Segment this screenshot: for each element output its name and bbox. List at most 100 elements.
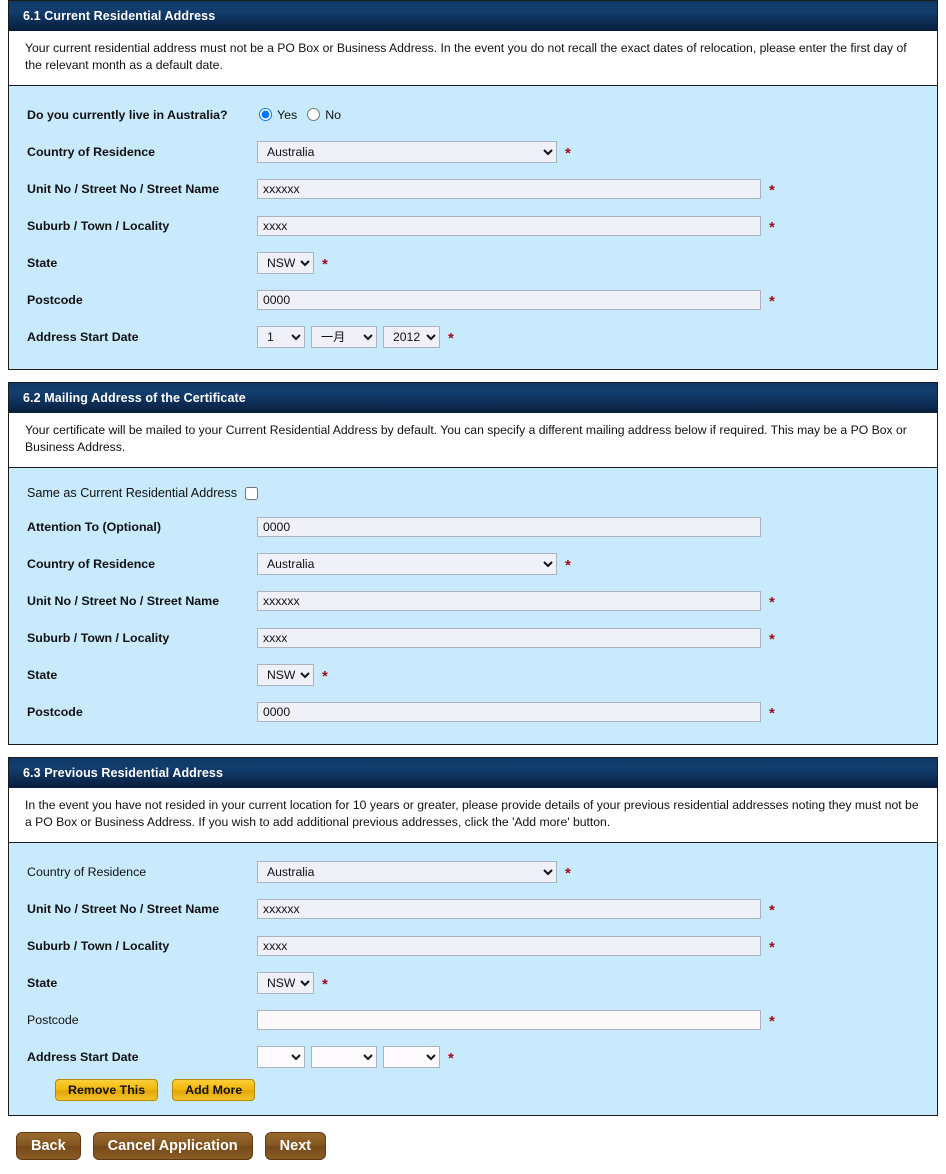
required-marker-start-date-6-1: * — [448, 329, 454, 347]
label-state-6-2: State — [27, 667, 58, 682]
field-row-country-6-3: Country of Residence Australia * — [9, 853, 937, 890]
label-start-date-6-3: Address Start Date — [27, 1049, 139, 1064]
field-row-country-6-2: Country of Residence Australia * — [9, 545, 937, 582]
label-unit-6-3: Unit No / Street No / Street Name — [27, 901, 220, 916]
select-state-6-2[interactable]: NSW — [257, 663, 314, 686]
field-row-country-6-1: Country of Residence Australia * — [9, 133, 937, 170]
required-marker-postcode-6-3: * — [769, 1012, 775, 1030]
input-attention-6-2[interactable] — [257, 516, 761, 537]
select-start-month-6-3[interactable] — [311, 1045, 377, 1068]
input-unit-6-3[interactable] — [257, 898, 761, 919]
field-row-postcode-6-2: Postcode * — [9, 693, 937, 730]
field-row-unit-6-1: Unit No / Street No / Street Name * — [9, 170, 937, 207]
section-current-residential-address: 6.1 Current Residential Address Your cur… — [8, 0, 938, 370]
field-row-state-6-3: State NSW * — [9, 964, 937, 1001]
cancel-application-button[interactable]: Cancel Application — [92, 1132, 253, 1160]
add-more-button[interactable]: Add More — [172, 1079, 256, 1101]
radio-group-live-in-australia[interactable]: Yes No — [259, 108, 351, 122]
remove-this-button[interactable]: Remove This — [55, 1079, 159, 1101]
back-button[interactable]: Back — [16, 1132, 81, 1160]
select-start-day-6-3[interactable] — [257, 1045, 305, 1068]
checkbox-same-as-current[interactable] — [245, 486, 258, 500]
section-mailing-address: 6.2 Mailing Address of the Certificate Y… — [8, 382, 938, 745]
label-attention-6-2: Attention To (Optional) — [27, 519, 161, 534]
section-previous-residential-address: 6.3 Previous Residential Address In the … — [8, 757, 938, 1116]
required-marker-unit-6-2: * — [769, 593, 775, 611]
required-marker-start-date-6-3: * — [448, 1049, 454, 1067]
required-marker-country-6-2: * — [565, 556, 571, 574]
input-postcode-6-3[interactable] — [257, 1009, 761, 1030]
required-marker-suburb-6-1: * — [769, 218, 775, 236]
select-country-6-1[interactable]: Australia — [257, 140, 557, 163]
field-row-postcode-6-1: Postcode * — [9, 281, 937, 318]
input-postcode-6-2[interactable] — [257, 701, 761, 722]
required-marker-suburb-6-2: * — [769, 630, 775, 648]
label-country-6-2: Country of Residence — [27, 556, 156, 571]
select-start-year-6-3[interactable] — [383, 1045, 440, 1068]
section-note-6-2: Your certificate will be mailed to your … — [9, 413, 937, 468]
label-suburb-6-1: Suburb / Town / Locality — [27, 218, 170, 233]
field-row-attention-6-2: Attention To (Optional) — [9, 508, 937, 545]
input-unit-6-2[interactable] — [257, 590, 761, 611]
label-live-in-australia: Do you currently live in Australia? — [27, 107, 228, 122]
required-marker-unit-6-1: * — [769, 181, 775, 199]
label-country-6-3: Country of Residence — [27, 864, 147, 879]
label-postcode-6-2: Postcode — [27, 704, 83, 719]
section-note-6-3: In the event you have not resided in you… — [9, 788, 937, 843]
radio-live-in-australia-yes[interactable] — [259, 108, 272, 121]
label-postcode-6-1: Postcode — [27, 292, 83, 307]
label-postcode-6-3: Postcode — [27, 1012, 79, 1027]
section-note-6-1: Your current residential address must no… — [9, 31, 937, 86]
row-address-actions: Remove This Add More — [9, 1075, 937, 1101]
select-state-6-3[interactable]: NSW — [257, 971, 314, 994]
field-row-start-date-6-1: Address Start Date 1 一月 2012 * — [9, 318, 937, 355]
required-marker-state-6-1: * — [322, 255, 328, 273]
field-row-suburb-6-1: Suburb / Town / Locality * — [9, 207, 937, 244]
field-row-live-in-australia: Do you currently live in Australia? Yes … — [9, 96, 937, 133]
select-start-day-6-1[interactable]: 1 — [257, 325, 305, 348]
section-body-6-1: Do you currently live in Australia? Yes … — [9, 86, 937, 369]
select-start-year-6-1[interactable]: 2012 — [383, 325, 440, 348]
radio-live-in-australia-no[interactable] — [307, 108, 321, 121]
section-header-6-3: 6.3 Previous Residential Address — [9, 758, 937, 788]
required-marker-suburb-6-3: * — [769, 938, 775, 956]
input-postcode-6-1[interactable] — [257, 289, 761, 310]
required-marker-country-6-1: * — [565, 144, 571, 162]
field-row-start-date-6-3: Address Start Date * — [9, 1038, 937, 1075]
field-row-suburb-6-2: Suburb / Town / Locality * — [9, 619, 937, 656]
required-marker-postcode-6-1: * — [769, 292, 775, 310]
field-row-state-6-1: State NSW * — [9, 244, 937, 281]
field-row-unit-6-3: Unit No / Street No / Street Name * — [9, 890, 937, 927]
required-marker-state-6-3: * — [322, 975, 328, 993]
radio-label-yes[interactable]: Yes — [277, 108, 297, 122]
label-suburb-6-3: Suburb / Town / Locality — [27, 938, 170, 953]
section-body-6-3: Country of Residence Australia * Unit No… — [9, 843, 937, 1115]
select-state-6-1[interactable]: NSW — [257, 251, 314, 274]
select-start-month-6-1[interactable]: 一月 — [311, 325, 377, 348]
required-marker-postcode-6-2: * — [769, 704, 775, 722]
select-country-6-2[interactable]: Australia — [257, 552, 557, 575]
input-suburb-6-2[interactable] — [257, 627, 761, 648]
label-same-as-current: Same as Current Residential Address — [27, 486, 237, 500]
required-marker-state-6-2: * — [322, 667, 328, 685]
field-row-state-6-2: State NSW * — [9, 656, 937, 693]
input-suburb-6-1[interactable] — [257, 215, 761, 236]
label-state-6-1: State — [27, 255, 58, 270]
label-unit-6-1: Unit No / Street No / Street Name — [27, 181, 220, 196]
required-marker-unit-6-3: * — [769, 901, 775, 919]
section-header-6-2: 6.2 Mailing Address of the Certificate — [9, 383, 937, 413]
field-row-same-as-current: Same as Current Residential Address — [9, 478, 937, 508]
label-start-date-6-1: Address Start Date — [27, 329, 139, 344]
navigation-buttons: Back Cancel Application Next — [0, 1128, 946, 1160]
section-body-6-2: Same as Current Residential Address Atte… — [9, 468, 937, 744]
field-row-unit-6-2: Unit No / Street No / Street Name * — [9, 582, 937, 619]
label-country-6-1: Country of Residence — [27, 144, 156, 159]
field-row-postcode-6-3: Postcode * — [9, 1001, 937, 1038]
input-unit-6-1[interactable] — [257, 178, 761, 199]
section-header-6-1: 6.1 Current Residential Address — [9, 1, 937, 31]
select-country-6-3[interactable]: Australia — [257, 860, 557, 883]
next-button[interactable]: Next — [264, 1132, 327, 1160]
input-suburb-6-3[interactable] — [257, 935, 761, 956]
radio-label-no[interactable]: No — [325, 108, 341, 122]
field-row-suburb-6-3: Suburb / Town / Locality * — [9, 927, 937, 964]
